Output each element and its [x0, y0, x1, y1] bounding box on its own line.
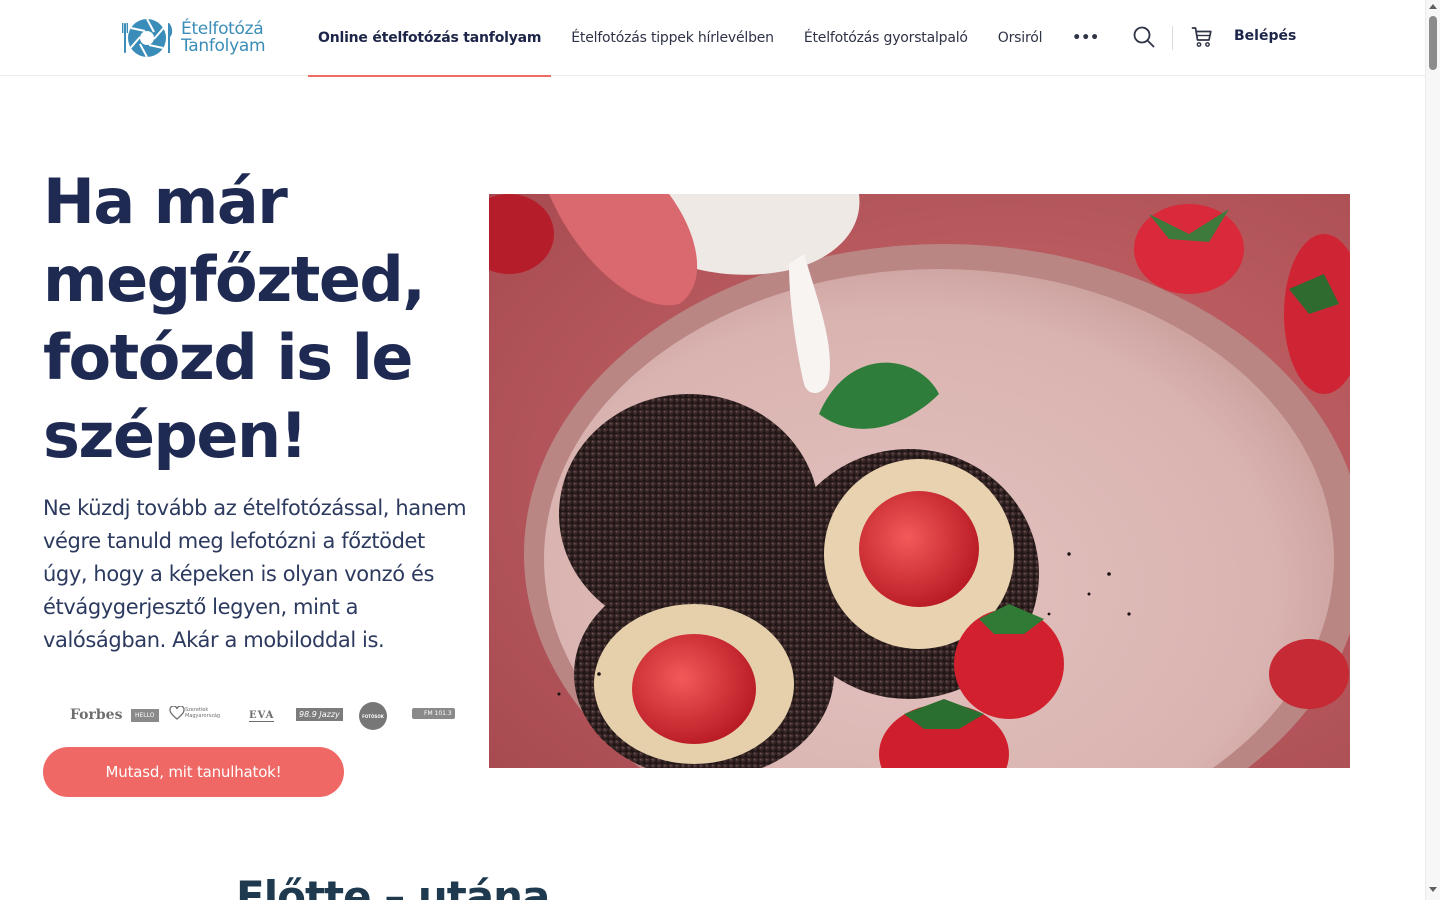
press-logo-fm: FM 101.3 [412, 708, 455, 719]
more-menu-button[interactable]: ••• [1062, 0, 1109, 76]
heart-logo-icon [169, 706, 185, 720]
hero-food-photo [489, 194, 1350, 768]
nav-item-online-course[interactable]: Online ételfotózás tanfolyam [308, 0, 552, 77]
logo-line-2: Tanfolyam [181, 36, 266, 56]
site-header: Ételfotózá Tanfolyam Online ételfotózás … [0, 0, 1425, 77]
food-photo-illustration [489, 194, 1350, 768]
main-nav: Online ételfotózás tanfolyam Ételfotózás… [308, 0, 1119, 77]
scroll-down-icon[interactable] [1429, 887, 1437, 892]
nav-item-crash-course[interactable]: Ételfotózás gyorstalpaló [794, 0, 978, 76]
logo-wordmark: Ételfotózá Tanfolyam [181, 21, 266, 56]
hero-title: Ha már megfőzted, fotózd is le szépen! [43, 165, 426, 472]
login-link[interactable]: Belépés [1234, 28, 1296, 44]
press-logo-hello: HELLO [131, 709, 159, 722]
scroll-up-icon[interactable] [1429, 4, 1437, 9]
nav-item-about-orsi[interactable]: Orsiról [988, 0, 1052, 76]
press-logo-eva: EVA [249, 710, 275, 722]
scrollbar-thumb[interactable] [1429, 16, 1437, 70]
site-logo[interactable]: Ételfotózá Tanfolyam [121, 15, 266, 61]
press-logo-jazzy: 98.9 Jazzy [296, 708, 343, 721]
before-after-section-title: Előtte – utána [236, 872, 550, 900]
cart-icon[interactable] [1191, 26, 1213, 48]
header-divider [1172, 26, 1173, 50]
press-logos: Forbes HELLO Szeretlek Magyarország EVA … [70, 700, 460, 732]
press-logo-fotosok: FOTÓSOK [359, 702, 387, 730]
nav-item-newsletter-tips[interactable]: Ételfotózás tippek hírlevélben [561, 0, 784, 76]
page-scrollbar[interactable] [1425, 0, 1440, 900]
search-icon[interactable] [1133, 26, 1155, 48]
press-logo-forbes: Forbes [70, 707, 123, 723]
hero-description: Ne küzdj tovább az ételfotózással, hanem… [43, 496, 467, 652]
show-curriculum-button[interactable]: Mutasd, mit tanulhatok! [43, 747, 344, 797]
camera-aperture-logo-icon [122, 18, 173, 58]
